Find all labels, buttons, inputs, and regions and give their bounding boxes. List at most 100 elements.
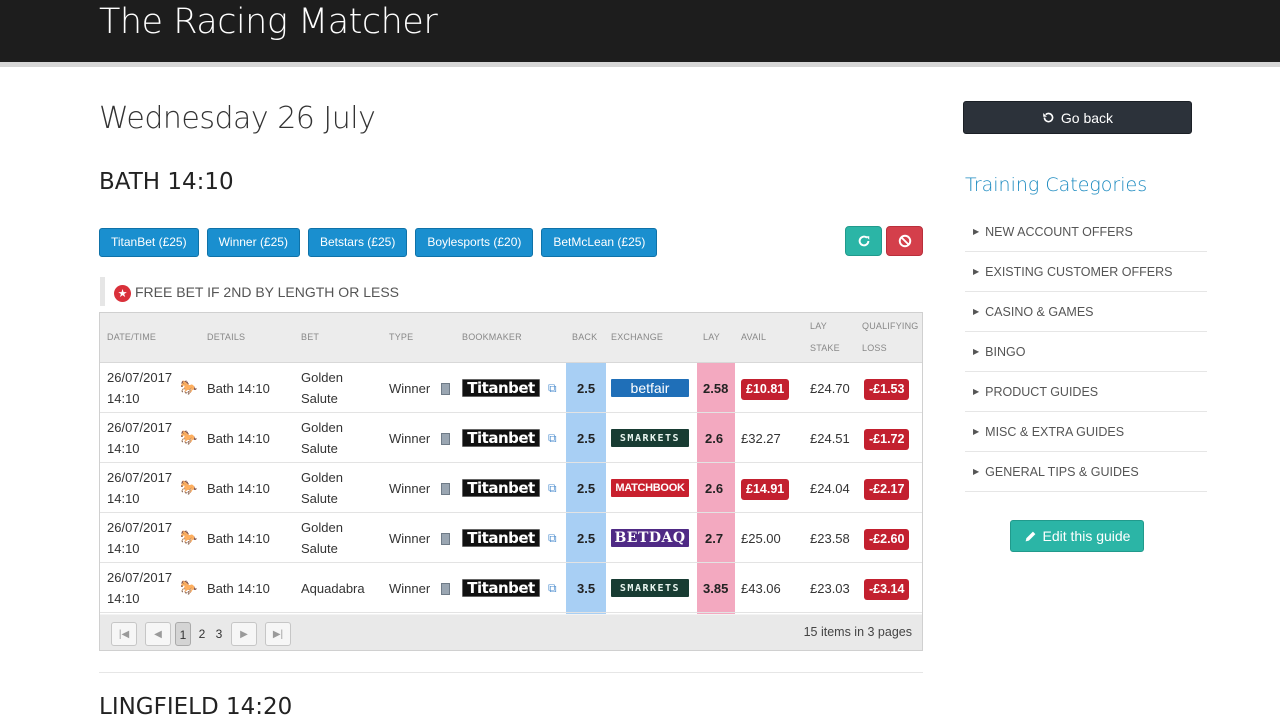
navbar-divider (0, 62, 1280, 67)
calculator-icon[interactable] (441, 533, 450, 545)
calculator-icon[interactable] (441, 483, 450, 495)
go-back-label: Go back (1060, 109, 1114, 126)
calculator-icon[interactable] (441, 433, 450, 445)
header-back[interactable]: BACK (572, 327, 597, 348)
row-type: Winner (389, 431, 431, 446)
row-bet-line1: Golden (301, 370, 343, 385)
row-lay-stake: £24.70 (810, 381, 850, 396)
calculator-icon[interactable] (441, 383, 450, 395)
row-lay-odds: 2.6 (705, 481, 724, 496)
row-date: 26/07/2017 (107, 470, 173, 485)
category-misc-extra-guides[interactable]: ▶ MISC & EXTRA GUIDES (965, 412, 1207, 452)
header-qualifying-line2[interactable]: LOSS (862, 338, 887, 359)
header-avail[interactable]: AVAIL (741, 327, 766, 348)
bookmaker-logo-titanbet[interactable]: Titanbet (462, 529, 540, 547)
row-bet-line2: Salute (301, 441, 338, 456)
external-link-icon[interactable]: ⧉ (548, 532, 560, 544)
external-link-icon[interactable]: ⧉ (548, 382, 560, 394)
page-title: Wednesday 26 July (99, 101, 376, 136)
row-lay-stake: £24.51 (810, 431, 850, 446)
category-general-tips-guides[interactable]: ▶ GENERAL TIPS & GUIDES (965, 452, 1207, 492)
header-bookmaker[interactable]: BOOKMAKER (462, 327, 522, 348)
table-row[interactable]: 26/07/2017 14:10 🐎 Bath 14:10 Golden Sal… (100, 363, 922, 413)
refresh-button[interactable] (845, 226, 882, 256)
odds-table: DATE/TIME DETAILS BET TYPE BOOKMAKER BAC… (99, 312, 923, 651)
external-link-icon[interactable]: ⧉ (548, 432, 560, 444)
row-lay-odds: 2.7 (705, 531, 724, 546)
caret-right-icon: ▶ (973, 267, 980, 276)
row-bet-line1: Golden (301, 470, 343, 485)
go-back-button[interactable]: Go back (963, 101, 1192, 134)
header-qualifying-line1[interactable]: QUALIFYING (862, 316, 919, 337)
category-bingo[interactable]: ▶ BINGO (965, 332, 1207, 372)
header-lay[interactable]: LAY (703, 327, 720, 348)
page-number-3[interactable]: 3 (211, 622, 227, 646)
table-row[interactable]: 26/07/2017 14:10 🐎 Bath 14:10 Aquadabra … (100, 563, 922, 613)
pencil-icon (1025, 531, 1035, 541)
header-details[interactable]: DETAILS (207, 327, 245, 348)
cancel-button[interactable] (886, 226, 923, 256)
exchange-logo-smarkets[interactable]: SMARKETS (611, 579, 689, 597)
calculator-icon[interactable] (441, 583, 450, 595)
exchange-logo-matchbook[interactable]: MATCHBOOK (611, 479, 689, 497)
row-date: 26/07/2017 (107, 520, 173, 535)
page-number-1[interactable]: 1 (175, 622, 191, 646)
bookmaker-logo-titanbet[interactable]: Titanbet (462, 479, 540, 497)
caret-right-icon: ▶ (973, 347, 980, 356)
header-datetime[interactable]: DATE/TIME (107, 327, 156, 348)
bookmaker-button-betstars[interactable]: Betstars (£25) (307, 228, 408, 257)
header-type[interactable]: TYPE (389, 327, 413, 348)
row-avail: £43.06 (741, 581, 781, 596)
exchange-logo-betdaq[interactable]: BETDAQ (611, 529, 689, 547)
top-navbar: The Racing Matcher (0, 0, 1280, 62)
row-lay-odds: 2.58 (703, 381, 729, 396)
row-back-odds: 2.5 (577, 381, 596, 396)
caret-right-icon: ▶ (973, 307, 980, 316)
table-row[interactable]: 26/07/2017 14:10 🐎 Bath 14:10 Golden Sal… (100, 463, 922, 513)
prev-page-button[interactable]: ◀ (145, 622, 171, 646)
bookmaker-button-titanbet[interactable]: TitanBet (£25) (99, 228, 199, 257)
row-details: Bath 14:10 (207, 431, 270, 446)
row-lay-stake: £23.58 (810, 531, 850, 546)
categories-title: Training Categories (965, 174, 1148, 196)
row-details: Bath 14:10 (207, 531, 270, 546)
bookmaker-logo-titanbet[interactable]: Titanbet (462, 579, 540, 597)
category-new-account-offers[interactable]: ▶ NEW ACCOUNT OFFERS (965, 212, 1207, 252)
category-existing-customer-offers[interactable]: ▶ EXISTING CUSTOMER OFFERS (965, 252, 1207, 292)
row-bet-line1: Golden (301, 420, 343, 435)
row-date: 26/07/2017 (107, 570, 173, 585)
exchange-logo-betfair[interactable]: betfair (611, 379, 689, 397)
header-exchange[interactable]: EXCHANGE (611, 327, 663, 348)
row-back-odds: 2.5 (577, 531, 596, 546)
bookmaker-logo-titanbet[interactable]: Titanbet (462, 429, 540, 447)
table-row[interactable]: 26/07/2017 14:10 🐎 Bath 14:10 Golden Sal… (100, 513, 922, 563)
caret-right-icon: ▶ (973, 427, 980, 436)
race-title: BATH 14:10 (99, 169, 234, 195)
external-link-icon[interactable]: ⧉ (548, 582, 560, 594)
table-row[interactable]: 26/07/2017 14:10 🐎 Bath 14:10 Golden Sal… (100, 413, 922, 463)
last-page-button[interactable]: ▶| (265, 622, 291, 646)
row-time: 14:10 (107, 391, 140, 406)
next-page-button[interactable]: ▶ (231, 622, 257, 646)
header-lay-stake-line1[interactable]: LAY (810, 316, 827, 337)
category-casino-games[interactable]: ▶ CASINO & GAMES (965, 292, 1207, 332)
page-number-2[interactable]: 2 (194, 622, 210, 646)
external-link-icon[interactable]: ⧉ (548, 482, 560, 494)
brand-title[interactable]: The Racing Matcher (99, 2, 438, 42)
exchange-logo-smarkets[interactable]: SMARKETS (611, 429, 689, 447)
row-qualifying-loss: -£3.14 (864, 579, 910, 600)
row-lay-odds: 2.6 (705, 431, 724, 446)
table-header: DATE/TIME DETAILS BET TYPE BOOKMAKER BAC… (100, 313, 922, 363)
header-lay-stake-line2[interactable]: STAKE (810, 338, 840, 359)
category-product-guides[interactable]: ▶ PRODUCT GUIDES (965, 372, 1207, 412)
row-bet-line1: Aquadabra (301, 581, 365, 596)
row-time: 14:10 (107, 491, 140, 506)
bookmaker-button-betmclean[interactable]: BetMcLean (£25) (541, 228, 658, 257)
bookmaker-button-boylesports[interactable]: Boylesports (£20) (415, 228, 534, 257)
bookmaker-button-winner[interactable]: Winner (£25) (206, 228, 300, 257)
first-page-button[interactable]: |◀ (111, 622, 137, 646)
header-bet[interactable]: BET (301, 327, 319, 348)
edit-guide-button[interactable]: Edit this guide (1010, 520, 1144, 552)
bookmaker-logo-titanbet[interactable]: Titanbet (462, 379, 540, 397)
promo-text: FREE BET IF 2ND BY LENGTH OR LESS (135, 283, 399, 300)
